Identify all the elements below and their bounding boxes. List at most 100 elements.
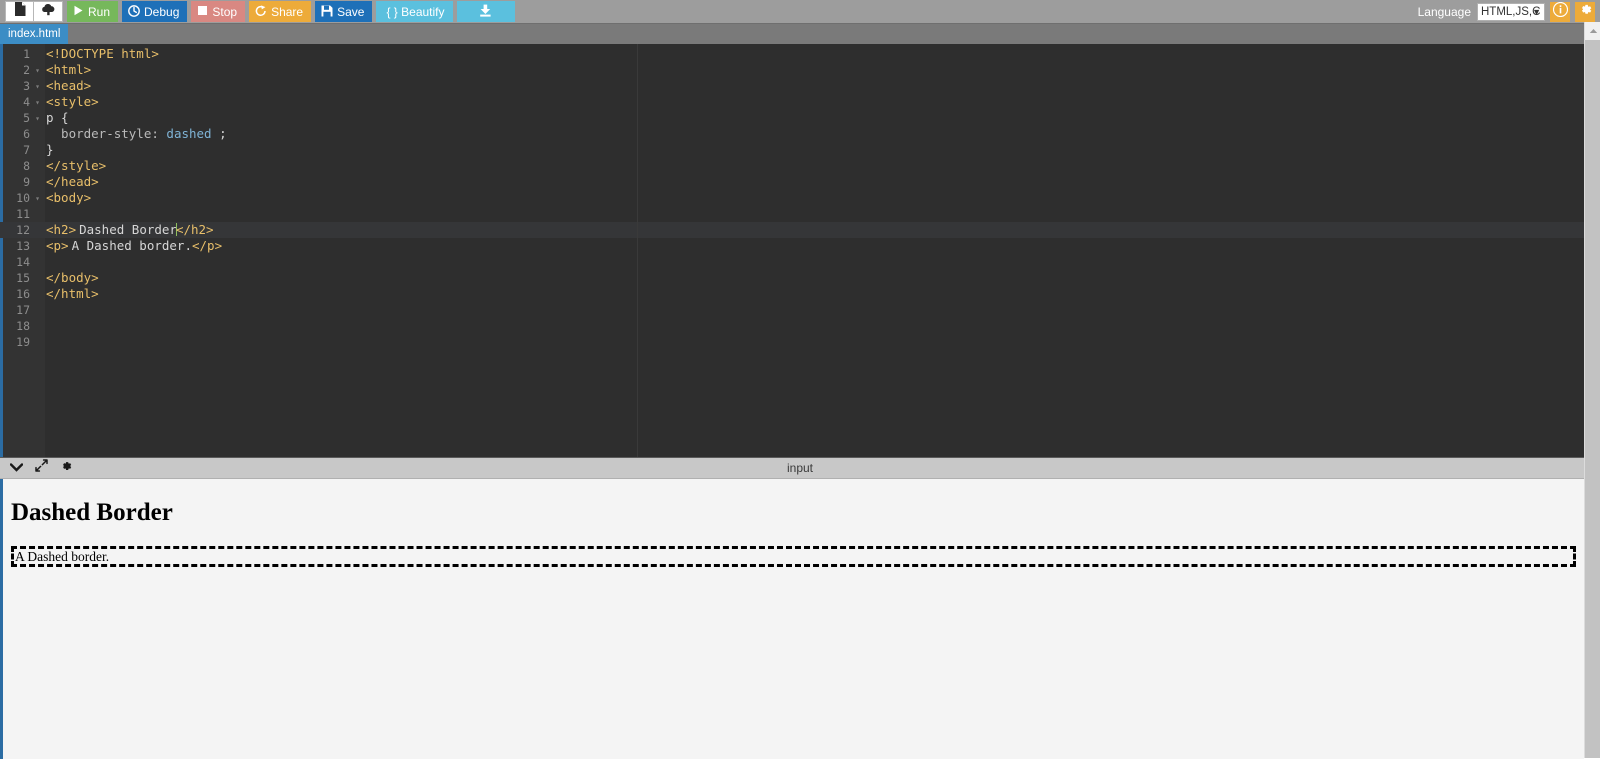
code-text: p { (46, 110, 69, 125)
code-line[interactable]: 4 ▾ <style> (0, 94, 1600, 110)
fold-toggle-icon (32, 302, 43, 318)
gear-icon (1578, 2, 1593, 22)
code-text: </head> (46, 174, 99, 189)
code-lines: 1 <!DOCTYPE html> 2 ▾ <html> 3 ▾ <head> 4 ▾ <style… (0, 44, 1600, 350)
code-line[interactable]: 1 <!DOCTYPE html> (0, 46, 1600, 62)
code-line[interactable]: 19 (0, 334, 1600, 350)
scrollbar-up-button[interactable] (1585, 22, 1600, 38)
debug-button[interactable]: Debug (122, 1, 188, 22)
line-number: 15 (16, 271, 30, 285)
output-panel: input Dashed Border A Dashed border. (0, 457, 1600, 759)
fold-toggle-icon[interactable]: ▾ (32, 62, 43, 78)
expand-button[interactable] (34, 459, 48, 477)
beautify-button-label: { } Beautify (386, 4, 445, 19)
output-settings-button[interactable] (59, 461, 73, 475)
chevron-down-icon: ▼ (1532, 6, 1541, 17)
toolbar-right-group: Language HTML,JS,C ▼ (1418, 1, 1600, 22)
code-line[interactable]: 3 ▾ <head> (0, 78, 1600, 94)
preview-paragraph: A Dashed border. (11, 546, 1576, 567)
fold-toggle-icon[interactable]: ▾ (32, 94, 43, 110)
fold-toggle-icon[interactable]: ▾ (32, 190, 43, 206)
line-number: 2 (23, 63, 30, 77)
code-line[interactable]: 14 (0, 254, 1600, 270)
code-line[interactable]: 15 </body> (0, 270, 1600, 286)
scrollbar-thumb[interactable] (1585, 40, 1600, 758)
code-text: <head> (46, 78, 92, 93)
fold-toggle-icon (32, 206, 43, 222)
file-tab-bar: index.html (0, 24, 1600, 44)
fold-toggle-icon[interactable]: ▾ (32, 78, 43, 94)
preview-pane: Dashed Border A Dashed border. (3, 480, 1584, 759)
debug-button-label: Debug (144, 4, 180, 19)
download-icon (479, 4, 492, 19)
line-number: 14 (16, 255, 30, 269)
chevron-down-icon (9, 459, 23, 477)
code-line[interactable]: 10 ▾ <body> (0, 190, 1600, 206)
code-line[interactable]: 6 border-style: dashed ; (0, 126, 1600, 142)
run-button[interactable]: Run (67, 1, 119, 22)
language-select[interactable]: HTML,JS,C ▼ (1477, 2, 1545, 21)
fold-toggle-icon (32, 142, 43, 158)
fold-toggle-icon (32, 46, 43, 62)
preview-heading: Dashed Border (11, 499, 173, 526)
settings-button[interactable] (1575, 1, 1595, 22)
line-number: 18 (16, 319, 30, 333)
share-icon (255, 4, 267, 19)
fold-toggle-icon (32, 286, 43, 302)
line-number: 19 (16, 335, 30, 349)
code-line[interactable]: 12 <h2> Dashed Border</h2> (0, 222, 1600, 238)
line-number: 9 (23, 175, 30, 189)
fold-toggle-icon (32, 158, 43, 174)
save-button-label: Save (337, 4, 365, 19)
fold-toggle-icon[interactable]: ▾ (32, 110, 43, 126)
beautify-button[interactable]: { } Beautify (376, 1, 453, 22)
share-button[interactable]: Share (249, 1, 312, 22)
output-panel-header: input (0, 458, 1600, 479)
collapse-button[interactable] (9, 461, 23, 475)
code-line[interactable]: 5 ▾ p { (0, 110, 1600, 126)
code-line[interactable]: 7} (0, 142, 1600, 158)
expand-arrows-icon (34, 459, 48, 477)
file-tab-index-html[interactable]: index.html (0, 24, 69, 44)
code-editor[interactable]: 1 <!DOCTYPE html> 2 ▾ <html> 3 ▾ <head> 4 ▾ <style… (0, 44, 1600, 457)
code-text: </body> (46, 270, 99, 285)
output-panel-controls (0, 459, 73, 477)
code-line[interactable]: 9 </head> (0, 174, 1600, 190)
line-number: 6 (23, 127, 30, 141)
code-line[interactable]: 17 (0, 302, 1600, 318)
new-file-button[interactable] (5, 1, 34, 22)
code-line[interactable]: 13 <p> A Dashed border.</p> (0, 238, 1600, 254)
stop-icon (197, 5, 208, 18)
output-panel-title: input (786, 461, 814, 475)
save-button[interactable]: Save (315, 1, 373, 22)
code-line[interactable]: 11 (0, 206, 1600, 222)
code-line[interactable]: 18 (0, 318, 1600, 334)
code-text: <h2> Dashed Border</h2> (46, 222, 214, 237)
fold-toggle-icon (32, 334, 43, 350)
file-icon-button-group (5, 1, 63, 22)
debug-icon (128, 4, 140, 19)
code-text: border-style: dashed ; (46, 126, 227, 141)
upload-button[interactable] (34, 1, 63, 22)
line-number: 13 (16, 239, 30, 253)
code-line[interactable]: 2 ▾ <html> (0, 62, 1600, 78)
info-button[interactable] (1550, 1, 1570, 22)
code-line[interactable]: 8 </style> (0, 158, 1600, 174)
code-text: <style> (46, 94, 99, 109)
download-button[interactable] (456, 1, 515, 22)
floppy-icon (321, 5, 333, 19)
code-line[interactable]: 16 </html> (0, 286, 1600, 302)
line-number: 5 (23, 111, 30, 125)
run-button-label: Run (88, 4, 111, 19)
stop-button[interactable]: Stop (191, 1, 246, 22)
fold-toggle-icon (32, 222, 43, 238)
line-number: 8 (23, 159, 30, 173)
info-icon (1552, 1, 1568, 22)
preview-scrollbar[interactable] (1584, 22, 1600, 758)
line-number: 16 (16, 287, 30, 301)
line-number: 10 (16, 191, 30, 205)
